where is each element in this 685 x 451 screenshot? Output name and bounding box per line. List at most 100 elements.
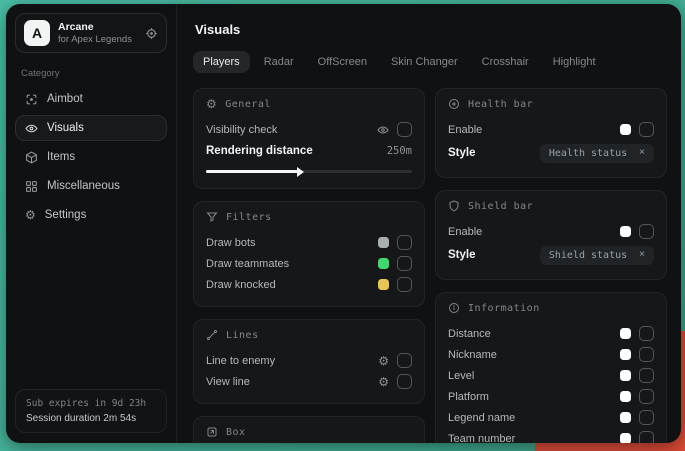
tag-label: Health status: [549, 148, 627, 159]
tab-skin-changer[interactable]: Skin Changer: [381, 51, 468, 73]
setting-row-legend-name: Legend name: [448, 407, 654, 428]
setting-label: Line to enemy: [206, 355, 275, 367]
setting-label: Draw teammates: [206, 258, 289, 270]
setting-row-view-line: View line ⚙: [206, 371, 412, 392]
checkbox-view-line[interactable]: [397, 374, 412, 389]
setting-label: Draw knocked: [206, 279, 276, 291]
app-subtitle: for Apex Legends: [58, 34, 137, 46]
checkbox-draw-bots[interactable]: [397, 235, 412, 250]
color-swatch[interactable]: [620, 370, 631, 381]
remove-tag-icon[interactable]: ×: [639, 250, 645, 260]
sub-expires-text: Sub expires in 9d 23h: [26, 398, 156, 409]
setting-row-level: Level: [448, 365, 654, 386]
cube-icon: [25, 151, 38, 164]
shield-style-tag[interactable]: Shield status ×: [540, 246, 654, 265]
rendering-distance-slider[interactable]: [206, 165, 412, 177]
card-filters: Filters Draw bots Draw teammates: [193, 201, 425, 307]
setting-row-nickname: Nickname: [448, 344, 654, 365]
gear-icon[interactable]: ⚙: [378, 376, 389, 388]
checkbox-distance[interactable]: [639, 326, 654, 341]
checkbox-visibility-check[interactable]: [397, 122, 412, 137]
gear-icon: ⚙: [206, 98, 217, 110]
target-icon[interactable]: [145, 27, 158, 40]
funnel-icon: [206, 211, 218, 223]
crosshair-icon: [25, 93, 38, 106]
setting-row-team-number: Team number: [448, 428, 654, 443]
setting-label: Team number: [448, 433, 515, 444]
color-swatch[interactable]: [620, 391, 631, 402]
sidebar-item-label: Miscellaneous: [47, 180, 120, 192]
card-filters-title: Filters: [206, 211, 412, 223]
color-swatch[interactable]: [620, 328, 631, 339]
checkbox-shield-enable[interactable]: [639, 224, 654, 239]
app-window: A Arcane for Apex Legends Category: [6, 4, 681, 443]
checkbox-health-enable[interactable]: [639, 122, 654, 137]
color-swatch[interactable]: [378, 237, 389, 248]
card-general-title: ⚙ General: [206, 98, 412, 110]
setting-label: Nickname: [448, 349, 497, 361]
checkbox-line-to-enemy[interactable]: [397, 353, 412, 368]
eye-icon: [25, 122, 38, 135]
eye-icon[interactable]: [377, 124, 389, 136]
sidebar-item-items[interactable]: Items: [15, 144, 167, 170]
setting-label: Enable: [448, 124, 482, 136]
sidebar-item-aimbot[interactable]: Aimbot: [15, 86, 167, 112]
card-title-text: General: [225, 99, 271, 110]
setting-row-health-style: Style Health status ×: [448, 140, 654, 166]
session-duration-text: Session duration 2m 54s: [26, 413, 156, 424]
info-icon: [448, 302, 460, 314]
sidebar-item-miscellaneous[interactable]: Miscellaneous: [15, 173, 167, 199]
card-shield-bar-title: Shield bar: [448, 200, 654, 212]
tab-crosshair[interactable]: Crosshair: [472, 51, 539, 73]
checkbox-draw-knocked[interactable]: [397, 277, 412, 292]
setting-label: Style: [448, 147, 476, 159]
card-title-text: Shield bar: [468, 201, 533, 212]
tab-offscreen[interactable]: OffScreen: [308, 51, 377, 73]
checkbox-team-number[interactable]: [639, 431, 654, 443]
setting-label: Distance: [448, 328, 491, 340]
checkbox-level[interactable]: [639, 368, 654, 383]
checkbox-draw-teammates[interactable]: [397, 256, 412, 271]
profile-card[interactable]: A Arcane for Apex Legends: [15, 13, 167, 53]
color-swatch[interactable]: [620, 124, 631, 135]
health-icon: [448, 98, 460, 110]
setting-row-draw-knocked: Draw knocked: [206, 274, 412, 295]
remove-tag-icon[interactable]: ×: [639, 148, 645, 158]
checkbox-nickname[interactable]: [639, 347, 654, 362]
sidebar-item-label: Settings: [45, 209, 87, 221]
slider-fill: [206, 170, 299, 173]
setting-row-visibility-check: Visibility check: [206, 119, 412, 140]
gear-icon[interactable]: ⚙: [378, 355, 389, 367]
subscription-panel: Sub expires in 9d 23h Session duration 2…: [15, 389, 167, 433]
card-lines-title: Lines: [206, 329, 412, 341]
card-shield-bar: Shield bar Enable Style Shield status: [435, 190, 667, 280]
line-icon: [206, 329, 218, 341]
color-swatch[interactable]: [620, 349, 631, 360]
setting-row-shield-style: Style Shield status ×: [448, 242, 654, 268]
color-swatch[interactable]: [620, 433, 631, 443]
shield-icon: [448, 200, 460, 212]
slider-thumb[interactable]: [297, 167, 304, 177]
checkbox-legend-name[interactable]: [639, 410, 654, 425]
tab-bar: Players Radar OffScreen Skin Changer Cro…: [193, 51, 667, 73]
tag-label: Shield status: [549, 250, 627, 261]
card-title-text: Health bar: [468, 99, 533, 110]
setting-label: Enable: [448, 226, 482, 238]
tab-players[interactable]: Players: [193, 51, 250, 73]
color-swatch[interactable]: [620, 226, 631, 237]
tab-radar[interactable]: Radar: [254, 51, 304, 73]
card-health-bar: Health bar Enable Style Health status: [435, 88, 667, 178]
setting-row-shield-enable: Enable: [448, 221, 654, 242]
color-swatch[interactable]: [378, 258, 389, 269]
box-icon: [206, 426, 218, 438]
health-style-tag[interactable]: Health status ×: [540, 144, 654, 163]
card-box: Box Enable Enable background: [193, 416, 425, 443]
color-swatch[interactable]: [378, 279, 389, 290]
sidebar-item-visuals[interactable]: Visuals: [15, 115, 167, 141]
sidebar-item-settings[interactable]: ⚙ Settings: [15, 202, 167, 228]
grid-icon: [25, 180, 38, 193]
setting-row-platform: Platform: [448, 386, 654, 407]
checkbox-platform[interactable]: [639, 389, 654, 404]
tab-highlight[interactable]: Highlight: [543, 51, 606, 73]
color-swatch[interactable]: [620, 412, 631, 423]
